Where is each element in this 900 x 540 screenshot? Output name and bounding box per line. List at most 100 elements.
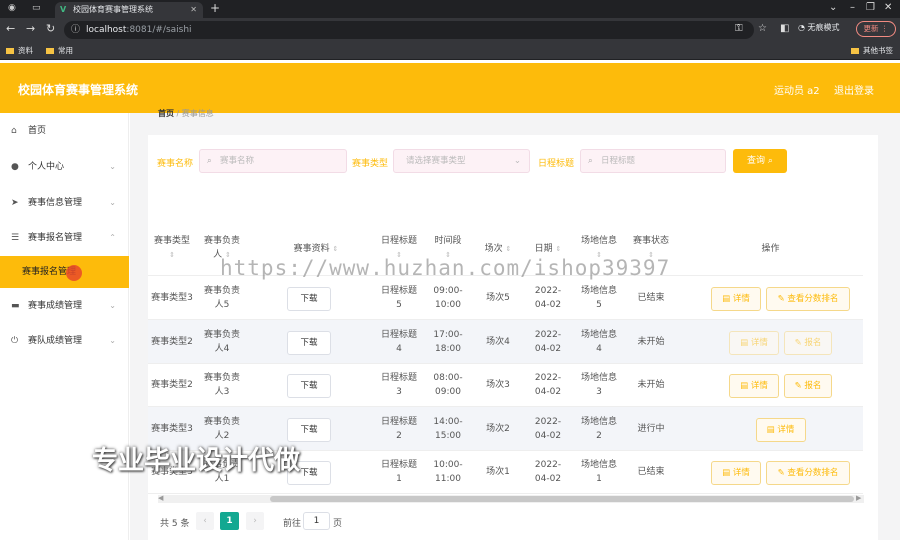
chevron-down-icon: ⌄ [109, 301, 116, 310]
cell-time-slot: 09:00-10:00 [433, 286, 463, 310]
sidebar-item-event-info[interactable]: ➤ 赛事信息管理 ⌄ [0, 185, 129, 221]
cell-status: 未开始 [637, 337, 665, 347]
folder-icon [851, 48, 859, 54]
download-button[interactable]: 下载 [287, 374, 331, 398]
register-button[interactable]: ✎ 报名 [784, 374, 832, 398]
sidebar-item-team-scores[interactable]: ⏻ 赛队成绩管理 ⌄ [0, 323, 129, 359]
query-button[interactable]: 查询 ⌕ [733, 149, 787, 173]
download-button[interactable]: 下载 [287, 418, 331, 442]
edit-icon: ✎ [794, 381, 805, 391]
cell-event-type: 赛事类型2 [151, 337, 193, 347]
column-header-date[interactable]: 日期 ⇕ [526, 242, 570, 256]
scrollbar-thumb[interactable] [270, 496, 854, 502]
download-button[interactable]: 下载 [287, 331, 331, 355]
column-header-session[interactable]: 场次 ⇕ [478, 242, 518, 256]
button-label: 详情 [750, 338, 768, 348]
document-icon: ▤ [740, 381, 751, 391]
prev-page-button[interactable]: ‹ [196, 512, 214, 530]
click-indicator [66, 265, 82, 281]
folder-icon [6, 48, 14, 54]
detail-button[interactable]: ▤ 详情 [729, 374, 779, 398]
page-number-current[interactable]: 1 [220, 512, 239, 530]
cell-schedule-title: 日程标题5 [380, 286, 417, 310]
sort-icon[interactable]: ⇕ [556, 245, 562, 253]
header-label: 赛事状态 [632, 236, 669, 246]
window-close-icon[interactable]: ✕ [884, 2, 892, 13]
site-info-icon[interactable]: ⓘ [71, 21, 80, 39]
column-header-material[interactable]: 赛事资料 ⇕ [276, 242, 356, 256]
restore-icon[interactable]: ❐ [866, 2, 875, 13]
back-icon[interactable]: ← [6, 22, 15, 35]
sidebar-toggle-icon[interactable]: ◧ [780, 23, 789, 34]
input-placeholder: 赛事名称 [220, 156, 255, 166]
key-icon[interactable]: ⚿ [735, 23, 743, 34]
schedule-title-input[interactable]: ⌕ 日程标题 [580, 149, 726, 173]
minimize-icon[interactable]: – [850, 2, 855, 13]
cell-venue: 场地信息3 [580, 373, 617, 397]
scroll-left-icon[interactable]: ◀ [158, 494, 163, 502]
table-row: 赛事类型3 赛事负责人5 日程标题5 09:00-10:00 场次5 2022-04-02… [148, 276, 863, 320]
cell-event-lead: 赛事负责人4 [203, 330, 240, 354]
tab-list-icon[interactable]: ⌄ [829, 2, 837, 13]
button-label: 报名 [804, 338, 822, 348]
tab-overview-icon[interactable]: ▭ [32, 3, 41, 13]
sort-icon[interactable]: ⇕ [333, 245, 339, 253]
sidebar-item-event-scores[interactable]: ▬ 赛事成绩管理 ⌄ [0, 288, 129, 324]
cell-date: 2022-04-02 [534, 286, 562, 310]
sort-icon[interactable]: ⇕ [506, 245, 512, 253]
document-icon: ▤ [722, 468, 733, 478]
cell-event-type: 赛事类型2 [151, 380, 193, 390]
cell-status: 未开始 [637, 380, 665, 390]
new-tab-icon[interactable]: + [210, 1, 220, 15]
register-button[interactable]: ✎ 报名 [784, 331, 832, 355]
breadcrumb-home[interactable]: 首页 [158, 109, 174, 118]
cell-schedule-title: 日程标题1 [380, 460, 417, 484]
sidebar-subitem-registration[interactable]: 赛事报名管理 [0, 256, 129, 288]
tab-close-icon[interactable]: ✕ [190, 2, 197, 18]
cell-date: 2022-04-02 [534, 417, 562, 441]
url-path: :8081/#/saishi [126, 25, 192, 35]
goto-page-input[interactable]: 1 [303, 512, 330, 530]
browser-tab[interactable]: V 校园体育赛事管理系统 ✕ [55, 2, 203, 18]
edit-icon: ✎ [777, 468, 788, 478]
filter-schedule-label: 日程标题 [538, 159, 575, 169]
sidebar-item-label: 赛事成绩管理 [28, 301, 83, 311]
document-icon: ▤ [766, 425, 778, 435]
logout-link[interactable]: 退出登录 [834, 82, 874, 97]
header-label: 场次 [484, 244, 503, 254]
incognito-profile[interactable]: ◔ 无痕模式 [798, 22, 840, 33]
document-icon: ▤ [722, 294, 733, 304]
reload-icon[interactable]: ↻ [46, 22, 55, 35]
bookmark-folder[interactable]: 常用 [46, 45, 73, 56]
search-icon: ⌕ [767, 156, 773, 166]
detail-button[interactable]: ▤ 详情 [729, 331, 779, 355]
cell-schedule-title: 日程标题3 [380, 373, 417, 397]
event-type-select[interactable]: 请选择赛事类型 ⌄ [393, 149, 530, 173]
download-button[interactable]: 下载 [287, 287, 331, 311]
sort-icon[interactable]: ⇕ [169, 251, 175, 259]
bookmark-label: 常用 [58, 46, 73, 55]
button-label: 详情 [750, 381, 768, 391]
view-ranking-button[interactable]: ✎ 查看分数排名 [766, 287, 850, 311]
bookmark-star-icon[interactable]: ☆ [758, 23, 767, 34]
address-bar[interactable]: ⓘ localhost:8081/#/saishi [64, 21, 754, 39]
view-ranking-button[interactable]: ✎ 查看分数排名 [766, 461, 850, 485]
column-header-type[interactable]: 赛事类型 ⇕ [148, 234, 196, 262]
cell-session: 场次5 [486, 293, 510, 303]
bookmark-folder[interactable]: 资料 [6, 45, 33, 56]
update-button[interactable]: 更新 ⋮ [856, 21, 896, 37]
detail-button[interactable]: ▤ 详情 [711, 287, 761, 311]
sidebar-item-profile[interactable]: ● 个人中心 ⌄ [0, 149, 129, 185]
event-name-input[interactable]: ⌕ 赛事名称 [199, 149, 347, 173]
browser-menu-icon[interactable]: ◉ [8, 3, 16, 13]
bookmarks-bar [0, 42, 900, 60]
sidebar-item-registration[interactable]: ☰ 赛事报名管理 ⌃ [0, 220, 129, 256]
detail-button[interactable]: ▤ 详情 [711, 461, 761, 485]
promo-overlay-text: 专业毕业设计代做 [92, 446, 301, 476]
sidebar-item-home[interactable]: ⌂ 首页 [0, 113, 129, 149]
other-bookmarks[interactable]: 其他书签 [851, 45, 893, 56]
detail-button[interactable]: ▤ 详情 [755, 418, 806, 442]
forward-icon[interactable]: → [26, 22, 35, 35]
next-page-button[interactable]: › [246, 512, 264, 530]
scroll-right-icon[interactable]: ▶ [856, 494, 861, 502]
